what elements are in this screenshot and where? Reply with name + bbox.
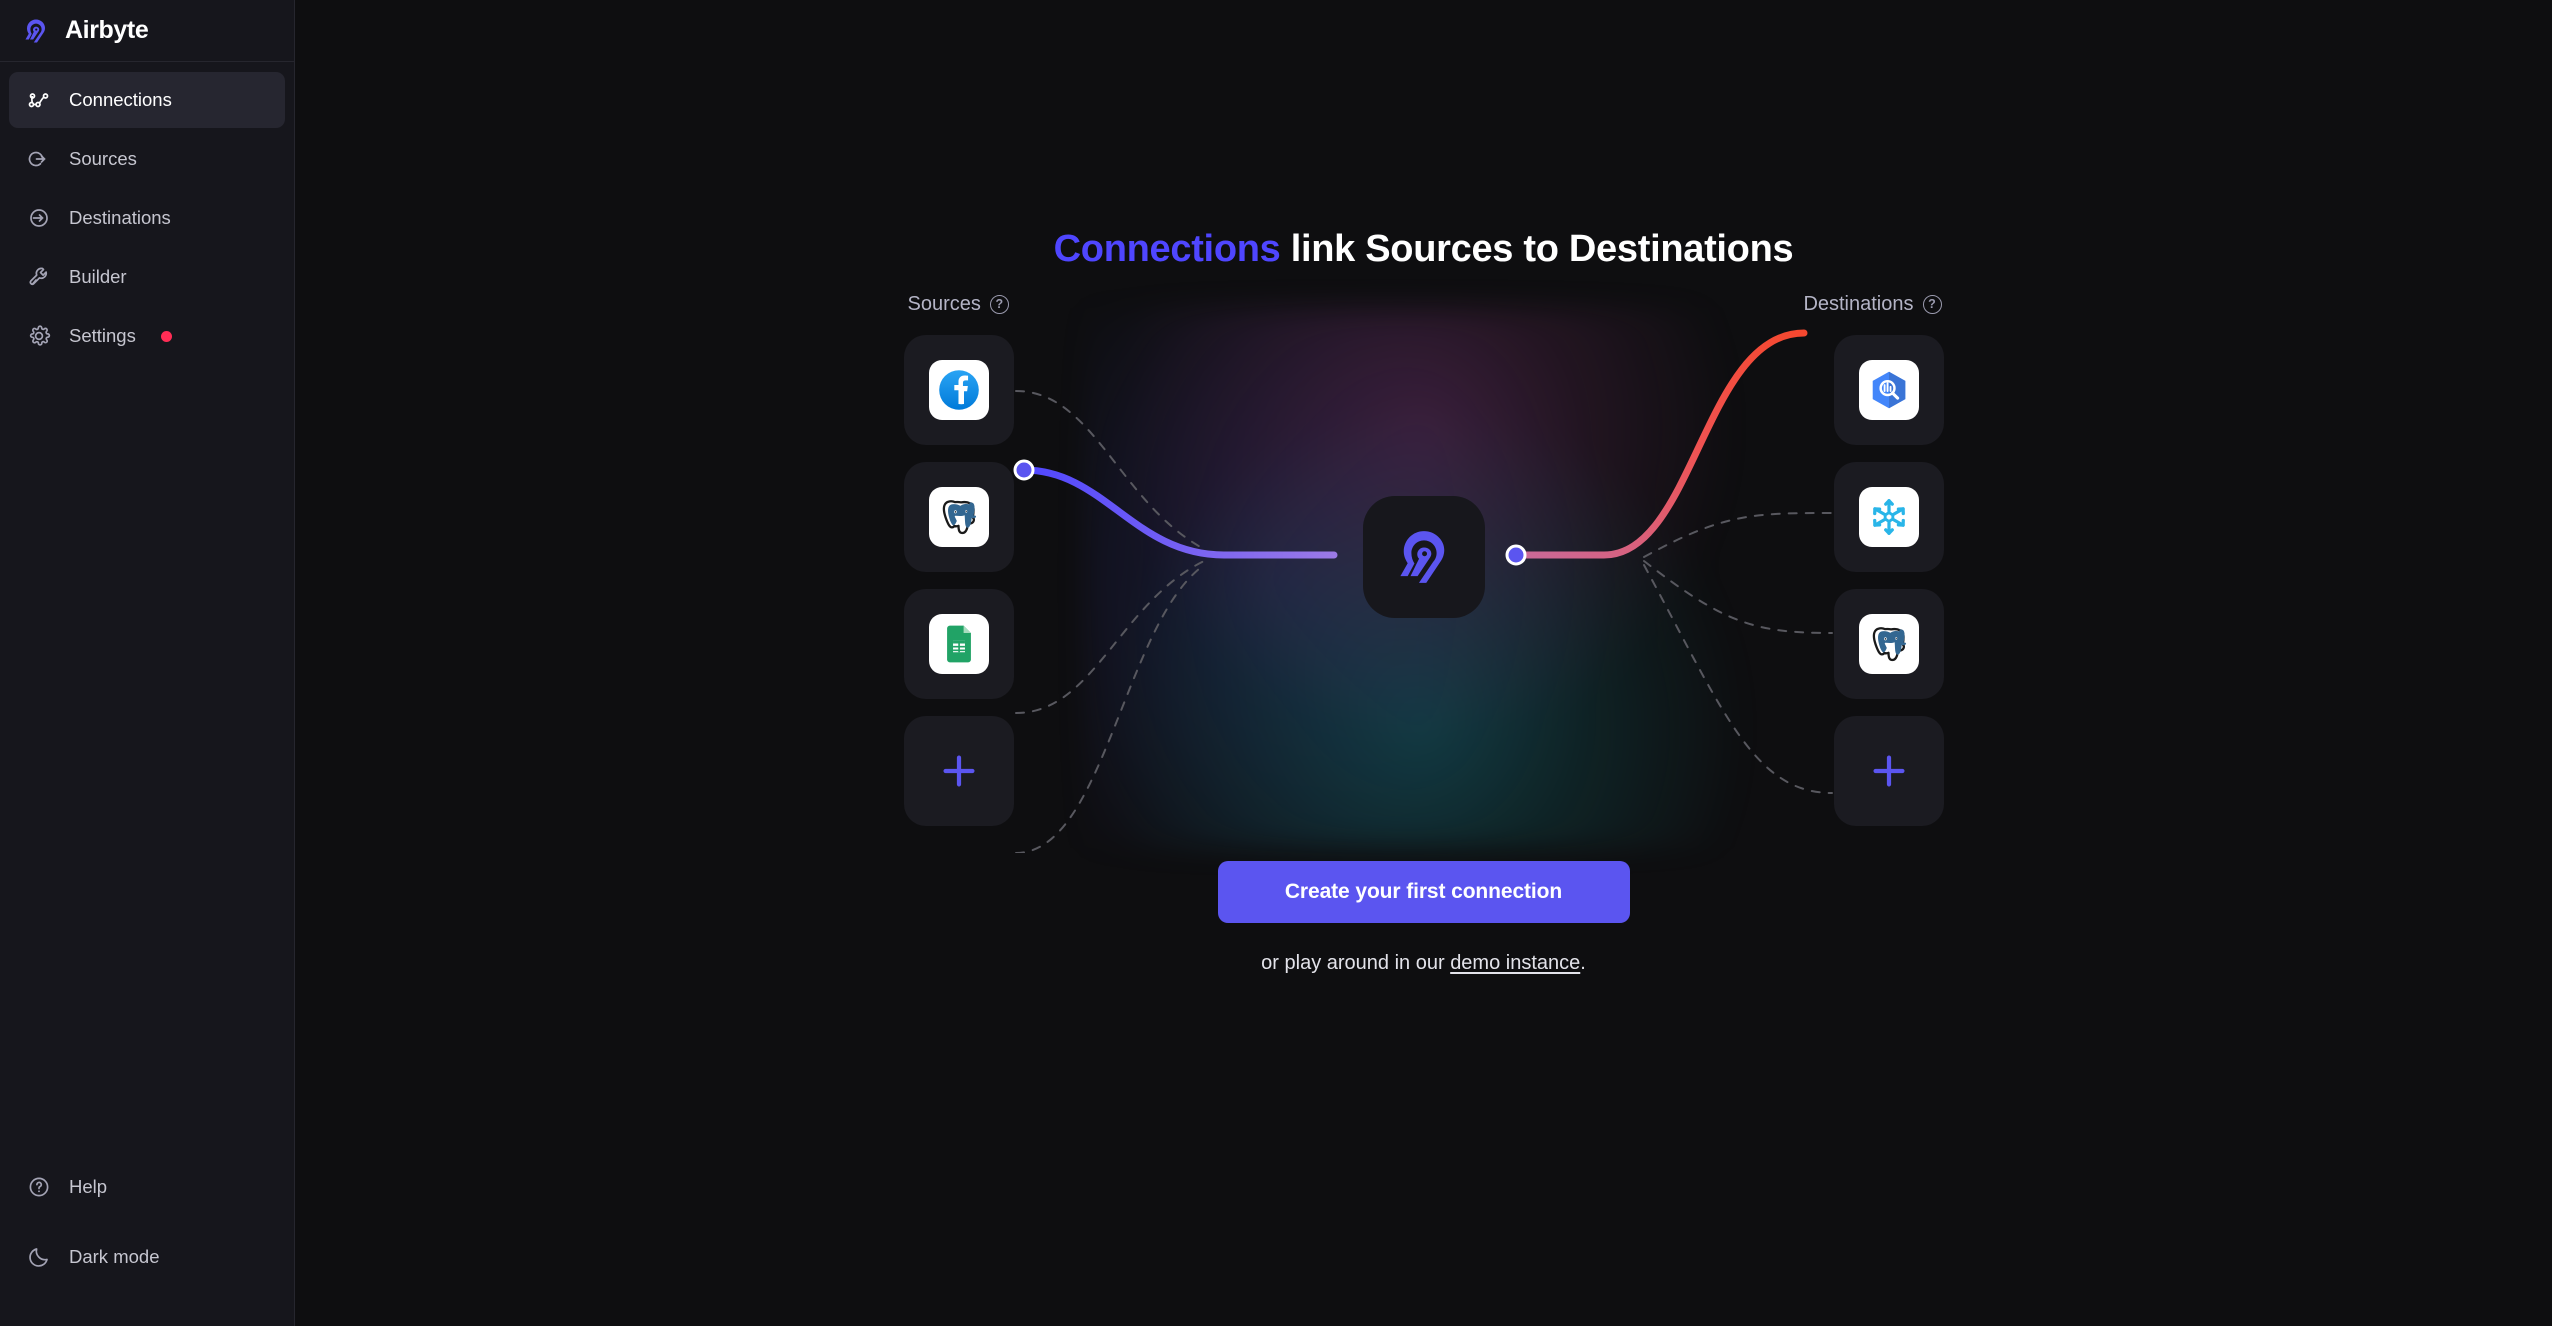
sidebar-item-dark-mode[interactable]: Dark mode [9, 1232, 285, 1282]
sidebar-item-help[interactable]: Help [9, 1162, 285, 1212]
app-root: Airbyte Connections Sources Destinations… [0, 0, 2552, 1326]
sidebar-item-label: Help [69, 1176, 108, 1197]
source-wire-endpoint [1013, 459, 1034, 481]
page-title-accent: Connections [1053, 228, 1281, 270]
status-badge [160, 330, 172, 342]
sidebar-footer: Help Dark mode [0, 1162, 294, 1326]
airbyte-logo-icon [20, 15, 52, 47]
brand-name: Airbyte [65, 16, 149, 44]
demo-prefix: or play around in our [1261, 952, 1451, 974]
destination-wire-endpoint [1505, 544, 1526, 566]
inactive-wires [1014, 390, 1833, 853]
airbyte-hub [1362, 496, 1485, 618]
demo-suffix: . [1580, 952, 1586, 974]
connection-diagram: Sources ? Destinations ? [903, 293, 1944, 853]
create-first-connection-button[interactable]: Create your first connection [1217, 861, 1630, 923]
brand-header[interactable]: Airbyte [0, 0, 294, 62]
source-arrow-out-icon [26, 146, 52, 172]
sidebar-nav: Connections Sources Destinations Builder… [0, 62, 294, 364]
connections-icon [26, 87, 52, 113]
sidebar-item-label: Builder [69, 266, 127, 287]
help-circle-icon [26, 1174, 52, 1200]
sidebar-item-builder[interactable]: Builder [9, 249, 285, 305]
wrench-icon [26, 264, 52, 290]
sidebar-item-sources[interactable]: Sources [9, 131, 285, 187]
moon-icon [26, 1244, 52, 1270]
sidebar-item-label: Destinations [69, 207, 171, 228]
page-title: Connections link Sources to Destinations [1054, 228, 1794, 271]
sidebar-item-settings[interactable]: Settings [9, 308, 285, 364]
demo-instance-text: or play around in our demo instance. [1261, 952, 1586, 975]
gear-icon [26, 323, 52, 349]
destination-arrow-in-icon [26, 205, 52, 231]
active-destination-wire [1512, 329, 1807, 559]
sidebar-item-label: Settings [69, 325, 136, 346]
sidebar-item-label: Dark mode [69, 1246, 160, 1267]
page-title-rest: link Sources to Destinations [1280, 228, 1794, 270]
sidebar-item-label: Connections [69, 89, 172, 110]
sidebar-item-label: Sources [69, 148, 137, 169]
sidebar-item-connections[interactable]: Connections [9, 72, 285, 128]
sidebar: Airbyte Connections Sources Destinations… [0, 0, 295, 1326]
main-content: Connections link Sources to Destinations… [295, 0, 2552, 1326]
cta-section: Create your first connection or play aro… [1217, 861, 1630, 975]
airbyte-logo-icon [1399, 531, 1444, 583]
demo-instance-link[interactable]: demo instance [1450, 952, 1580, 974]
active-source-wire [1020, 466, 1337, 559]
sidebar-item-destinations[interactable]: Destinations [9, 190, 285, 246]
